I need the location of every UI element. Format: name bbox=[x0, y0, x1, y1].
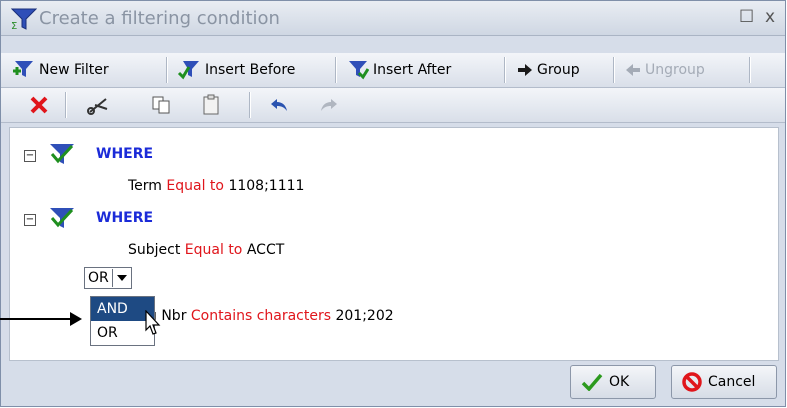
cut-icon bbox=[87, 98, 108, 115]
insert-after-label: Insert After bbox=[373, 62, 452, 78]
ok-label: OK bbox=[609, 374, 630, 390]
ungroup-label: Ungroup bbox=[645, 62, 705, 78]
svg-text:Σ: Σ bbox=[11, 21, 17, 31]
condition-subject[interactable]: Subject Equal to ACCT bbox=[128, 242, 284, 258]
condition-value: ACCT bbox=[246, 242, 285, 258]
undo-button[interactable] bbox=[269, 91, 289, 119]
checkmark-icon bbox=[581, 373, 603, 391]
copy-icon bbox=[152, 96, 170, 114]
where-clause-2[interactable]: WHERE bbox=[96, 210, 153, 226]
close-icon[interactable]: x bbox=[765, 7, 775, 27]
connector-selected: OR bbox=[88, 270, 109, 286]
condition-operator: Equal to bbox=[166, 178, 224, 194]
redo-button[interactable] bbox=[319, 91, 339, 119]
paste-icon bbox=[203, 94, 219, 115]
insert-after-icon bbox=[349, 61, 369, 80]
mouse-cursor-icon bbox=[145, 310, 161, 335]
condition-operator: Contains characters bbox=[190, 308, 332, 324]
toolbar-separator bbox=[249, 92, 251, 118]
new-filter-label: New Filter bbox=[39, 62, 109, 78]
new-filter-icon bbox=[13, 61, 33, 77]
arrow-right-icon bbox=[518, 64, 532, 76]
main-toolbar: New Filter Insert Before Insert After Gr… bbox=[1, 53, 785, 88]
cut-button[interactable] bbox=[87, 91, 109, 119]
toolbar-separator bbox=[749, 57, 751, 83]
condition-field: Term bbox=[128, 178, 162, 194]
toolbar-separator bbox=[335, 57, 337, 83]
paste-button[interactable] bbox=[201, 91, 221, 119]
cancel-icon bbox=[682, 372, 702, 392]
delete-icon bbox=[30, 96, 48, 114]
toolbar-separator bbox=[166, 57, 168, 83]
cancel-label: Cancel bbox=[708, 374, 756, 390]
insert-before-button[interactable]: Insert Before bbox=[177, 56, 295, 84]
condition-term[interactable]: Term Equal to 1108;1111 bbox=[128, 178, 304, 194]
undo-icon bbox=[271, 99, 287, 111]
cancel-button[interactable]: Cancel bbox=[671, 365, 777, 399]
copy-button[interactable] bbox=[151, 91, 171, 119]
where-clause-1[interactable]: WHERE bbox=[96, 146, 153, 162]
annotation-arrow-line bbox=[0, 318, 72, 320]
insert-after-button[interactable]: Insert After bbox=[347, 56, 451, 84]
arrow-left-icon bbox=[626, 64, 640, 76]
collapse-icon[interactable]: − bbox=[24, 214, 36, 226]
ungroup-button[interactable]: Ungroup bbox=[625, 56, 705, 84]
connector-dropdown[interactable]: OR bbox=[84, 267, 132, 289]
maximize-icon[interactable]: ☐ bbox=[739, 7, 754, 27]
toolbar-separator bbox=[504, 57, 506, 83]
filter-dialog: Σ Create a filtering condition ☐ x New F… bbox=[0, 0, 786, 407]
condition-nbr[interactable]: g Nbr Contains characters 201;202 bbox=[148, 308, 394, 324]
collapse-icon[interactable]: − bbox=[24, 150, 36, 162]
dialog-title: Create a filtering condition bbox=[39, 8, 280, 29]
edit-toolbar bbox=[1, 88, 785, 123]
chevron-down-icon[interactable] bbox=[111, 269, 131, 287]
insert-before-icon bbox=[177, 61, 199, 80]
insert-before-label: Insert Before bbox=[205, 62, 296, 78]
filter-check-icon bbox=[50, 144, 74, 164]
title-bar: Σ Create a filtering condition ☐ x bbox=[1, 1, 785, 36]
annotation-arrow-head bbox=[70, 312, 82, 326]
new-filter-button[interactable]: New Filter bbox=[11, 56, 109, 84]
filter-check-icon bbox=[50, 208, 74, 228]
condition-field: Subject bbox=[128, 242, 181, 258]
condition-value: 201;202 bbox=[335, 308, 394, 324]
filter-tree: − WHERE Term Equal to 1108;1111 − WHERE … bbox=[9, 127, 779, 361]
delete-button[interactable] bbox=[29, 91, 49, 119]
condition-value: 1108;1111 bbox=[228, 178, 305, 194]
group-label: Group bbox=[537, 62, 580, 78]
redo-icon bbox=[321, 99, 337, 111]
condition-operator: Equal to bbox=[184, 242, 243, 258]
filter-funnel-icon: Σ bbox=[11, 8, 37, 31]
ok-button[interactable]: OK bbox=[570, 365, 656, 399]
toolbar-separator bbox=[65, 92, 67, 118]
group-button[interactable]: Group bbox=[517, 56, 580, 84]
toolbar-separator bbox=[613, 57, 615, 83]
